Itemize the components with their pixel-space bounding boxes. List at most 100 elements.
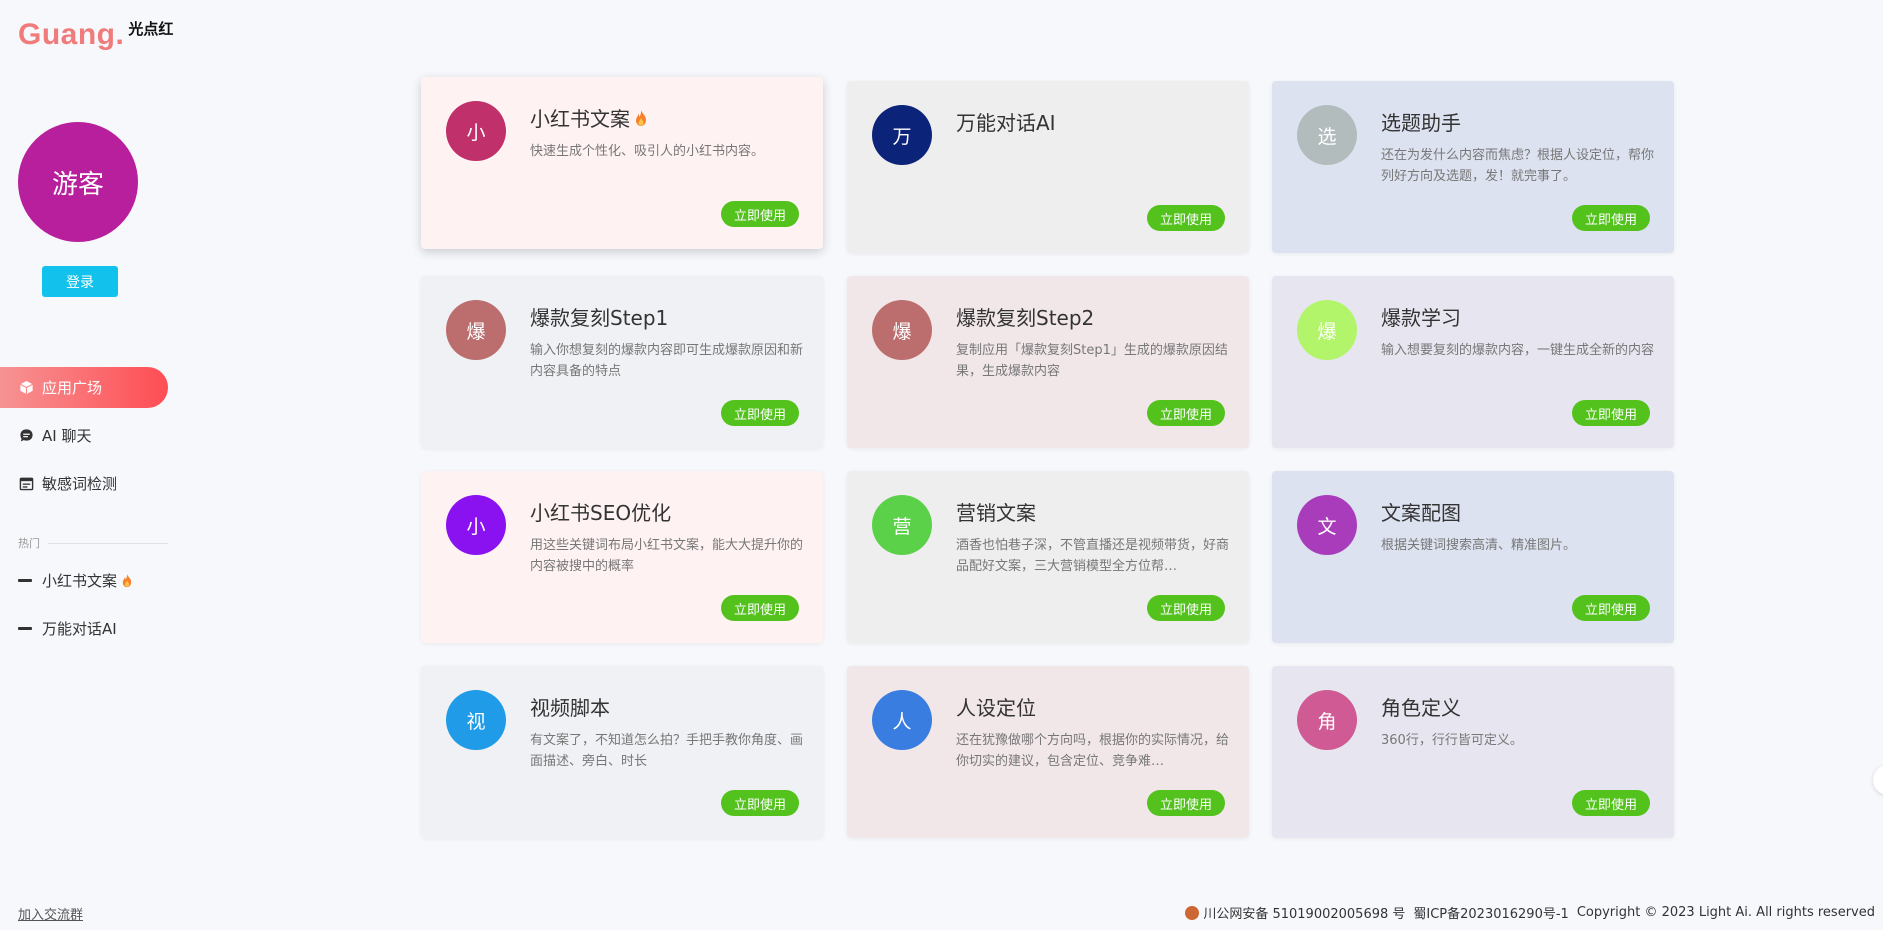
app-card[interactable]: 爆 爆款复刻Step1 输入你想复刻的爆款内容即可生成爆款原因和新内容具备的特点… bbox=[421, 276, 823, 448]
use-now-button[interactable]: 立即使用 bbox=[1147, 790, 1225, 816]
card-avatar: 爆 bbox=[872, 300, 932, 360]
app-card[interactable]: 小 小红书文案 快速生成个性化、吸引人的小红书内容。 立即使用 bbox=[421, 77, 823, 249]
card-avatar: 文 bbox=[1297, 495, 1357, 555]
logo-mark: Guang. bbox=[18, 18, 125, 51]
police-badge-icon bbox=[1185, 905, 1200, 920]
card-description: 还在为发什么内容而焦虑？根据人设定位，帮你列好方向及选题，发！就完事了。 bbox=[1381, 148, 1655, 184]
card-title-text: 万能对话AI bbox=[956, 111, 1056, 135]
card-avatar: 视 bbox=[446, 690, 506, 750]
hot-section-label: 热门 bbox=[18, 537, 40, 550]
hot-item-label: 小红书文案 bbox=[42, 571, 118, 590]
avatar: 游客 bbox=[18, 122, 138, 242]
icp-record-link[interactable]: 蜀ICP备2023016290号-1 bbox=[1413, 903, 1568, 922]
card-avatar: 人 bbox=[872, 690, 932, 750]
card-avatar: 选 bbox=[1297, 105, 1357, 165]
app-card[interactable]: 文 文案配图 根据关键词搜索高清、精准图片。 立即使用 bbox=[1272, 471, 1674, 643]
use-now-button[interactable]: 立即使用 bbox=[1572, 790, 1650, 816]
join-group-link[interactable]: 加入交流群 bbox=[18, 904, 83, 923]
hot-item-xhs[interactable]: 小红书文案 bbox=[18, 565, 133, 595]
card-title: 营销文案 bbox=[956, 497, 1036, 526]
card-title-text: 小红书SEO优化 bbox=[530, 501, 672, 525]
cube-icon bbox=[18, 380, 34, 396]
card-title-text: 爆款复刻Step1 bbox=[530, 306, 669, 330]
nav-item-ai-chat[interactable]: AI 聊天 bbox=[0, 415, 168, 456]
card-description: 用这些关键词布局小红书文案，能大大提升你的内容被搜中的概率 bbox=[530, 538, 804, 574]
dash-icon bbox=[18, 626, 32, 630]
section-divider bbox=[48, 543, 168, 544]
use-now-button[interactable]: 立即使用 bbox=[1147, 205, 1225, 231]
card-description: 快速生成个性化、吸引人的小红书内容。 bbox=[530, 144, 765, 159]
use-now-button[interactable]: 立即使用 bbox=[1572, 400, 1650, 426]
app-card[interactable]: 视 视频脚本 有文案了，不知道怎么拍？手把手教你角度、画面描述、旁白、时长 立即… bbox=[421, 666, 823, 838]
card-description: 复制应用「爆款复刻Step1」生成的爆款原因结果，生成爆款内容 bbox=[956, 343, 1228, 379]
card-title-text: 选题助手 bbox=[1381, 111, 1461, 135]
card-title: 爆款复刻Step2 bbox=[956, 302, 1094, 331]
login-button[interactable]: 登录 bbox=[42, 266, 118, 297]
sidebar: Guang. 光点红 游客 登录 应用广场 AI 聊天 敏感词检测 热门 小红书… bbox=[0, 0, 175, 930]
chat-icon bbox=[18, 428, 34, 444]
card-avatar: 角 bbox=[1297, 690, 1357, 750]
card-title-text: 爆款复刻Step2 bbox=[956, 306, 1095, 330]
app-root: Guang. 光点红 游客 登录 应用广场 AI 聊天 敏感词检测 热门 小红书… bbox=[0, 0, 1883, 930]
use-now-button[interactable]: 立即使用 bbox=[1572, 205, 1650, 231]
side-drawer-handle[interactable] bbox=[1873, 765, 1883, 795]
card-title-text: 爆款学习 bbox=[1381, 306, 1461, 330]
app-card[interactable]: 选 选题助手 还在为发什么内容而焦虑？根据人设定位，帮你列好方向及选题，发！就完… bbox=[1272, 81, 1674, 253]
card-title: 小红书SEO优化 bbox=[530, 497, 671, 526]
card-description: 根据关键词搜索高清、精准图片。 bbox=[1381, 538, 1577, 553]
police-record-link[interactable]: 川公网安备 51019002005698 号 bbox=[1203, 903, 1405, 922]
card-title: 万能对话AI bbox=[956, 107, 1056, 136]
use-now-button[interactable]: 立即使用 bbox=[721, 400, 799, 426]
card-description: 还在犹豫做哪个方向吗，根据你的实际情况，给你切实的建议，包含定位、竞争难… bbox=[956, 733, 1230, 769]
card-title: 角色定义 bbox=[1381, 692, 1461, 721]
app-card[interactable]: 万 万能对话AI 立即使用 bbox=[847, 81, 1249, 253]
fire-icon bbox=[636, 109, 646, 126]
card-avatar: 万 bbox=[872, 105, 932, 165]
card-title: 视频脚本 bbox=[530, 692, 610, 721]
card-title: 小红书文案 bbox=[530, 103, 648, 132]
use-now-button[interactable]: 立即使用 bbox=[1572, 595, 1650, 621]
card-description: 有文案了，不知道怎么拍？手把手教你角度、画面描述、旁白、时长 bbox=[530, 733, 804, 769]
card-title-text: 人设定位 bbox=[956, 696, 1036, 720]
card-title: 爆款复刻Step1 bbox=[530, 302, 668, 331]
card-title-text: 营销文案 bbox=[956, 501, 1036, 525]
logo[interactable]: Guang. 光点红 bbox=[18, 18, 173, 52]
nav-item-sensitive-check[interactable]: 敏感词检测 bbox=[0, 463, 168, 504]
card-avatar: 小 bbox=[446, 101, 506, 161]
use-now-button[interactable]: 立即使用 bbox=[721, 201, 799, 227]
card-title: 选题助手 bbox=[1381, 107, 1461, 136]
card-title-text: 视频脚本 bbox=[530, 696, 610, 720]
card-title-text: 角色定义 bbox=[1381, 696, 1461, 720]
card-avatar: 小 bbox=[446, 495, 506, 555]
use-now-button[interactable]: 立即使用 bbox=[721, 595, 799, 621]
card-avatar: 营 bbox=[872, 495, 932, 555]
hot-item-universal-ai[interactable]: 万能对话AI bbox=[18, 613, 117, 643]
fire-icon bbox=[122, 573, 132, 587]
copyright-text: Copyright © 2023 Light Ai. All rights re… bbox=[1576, 905, 1875, 920]
card-description: 360行，行行皆可定义。 bbox=[1381, 733, 1523, 748]
use-now-button[interactable]: 立即使用 bbox=[1147, 400, 1225, 426]
app-card[interactable]: 营 营销文案 酒香也怕巷子深，不管直播还是视频带货，好商品配好文案，三大营销模型… bbox=[847, 471, 1249, 643]
app-card[interactable]: 爆 爆款复刻Step2 复制应用「爆款复刻Step1」生成的爆款原因结果，生成爆… bbox=[847, 276, 1249, 448]
hot-item-label: 万能对话AI bbox=[42, 619, 117, 638]
use-now-button[interactable]: 立即使用 bbox=[1147, 595, 1225, 621]
card-title: 人设定位 bbox=[956, 692, 1036, 721]
card-description: 酒香也怕巷子深，不管直播还是视频带货，好商品配好文案，三大营销模型全方位帮… bbox=[956, 538, 1230, 574]
nav-item-app-plaza[interactable]: 应用广场 bbox=[0, 367, 168, 408]
card-avatar: 爆 bbox=[446, 300, 506, 360]
nav-item-label: 敏感词检测 bbox=[42, 475, 118, 493]
card-avatar: 爆 bbox=[1297, 300, 1357, 360]
app-card[interactable]: 爆 爆款学习 输入想要复刻的爆款内容，一键生成全新的内容 立即使用 bbox=[1272, 276, 1674, 448]
use-now-button[interactable]: 立即使用 bbox=[721, 790, 799, 816]
card-title-text: 文案配图 bbox=[1381, 501, 1461, 525]
footer: 川公网安备 51019002005698 号 蜀ICP备2023016290号-… bbox=[1185, 903, 1883, 922]
app-card[interactable]: 小 小红书SEO优化 用这些关键词布局小红书文案，能大大提升你的内容被搜中的概率… bbox=[421, 471, 823, 643]
card-title: 文案配图 bbox=[1381, 497, 1461, 526]
card-description: 输入想要复刻的爆款内容，一键生成全新的内容 bbox=[1381, 343, 1655, 358]
app-card[interactable]: 人 人设定位 还在犹豫做哪个方向吗，根据你的实际情况，给你切实的建议，包含定位、… bbox=[847, 666, 1249, 838]
card-title: 爆款学习 bbox=[1381, 302, 1461, 331]
card-description: 输入你想复刻的爆款内容即可生成爆款原因和新内容具备的特点 bbox=[530, 343, 804, 379]
nav-item-label: 应用广场 bbox=[42, 379, 103, 397]
app-card[interactable]: 角 角色定义 360行，行行皆可定义。 立即使用 bbox=[1272, 666, 1674, 838]
calendar-icon bbox=[18, 476, 34, 492]
